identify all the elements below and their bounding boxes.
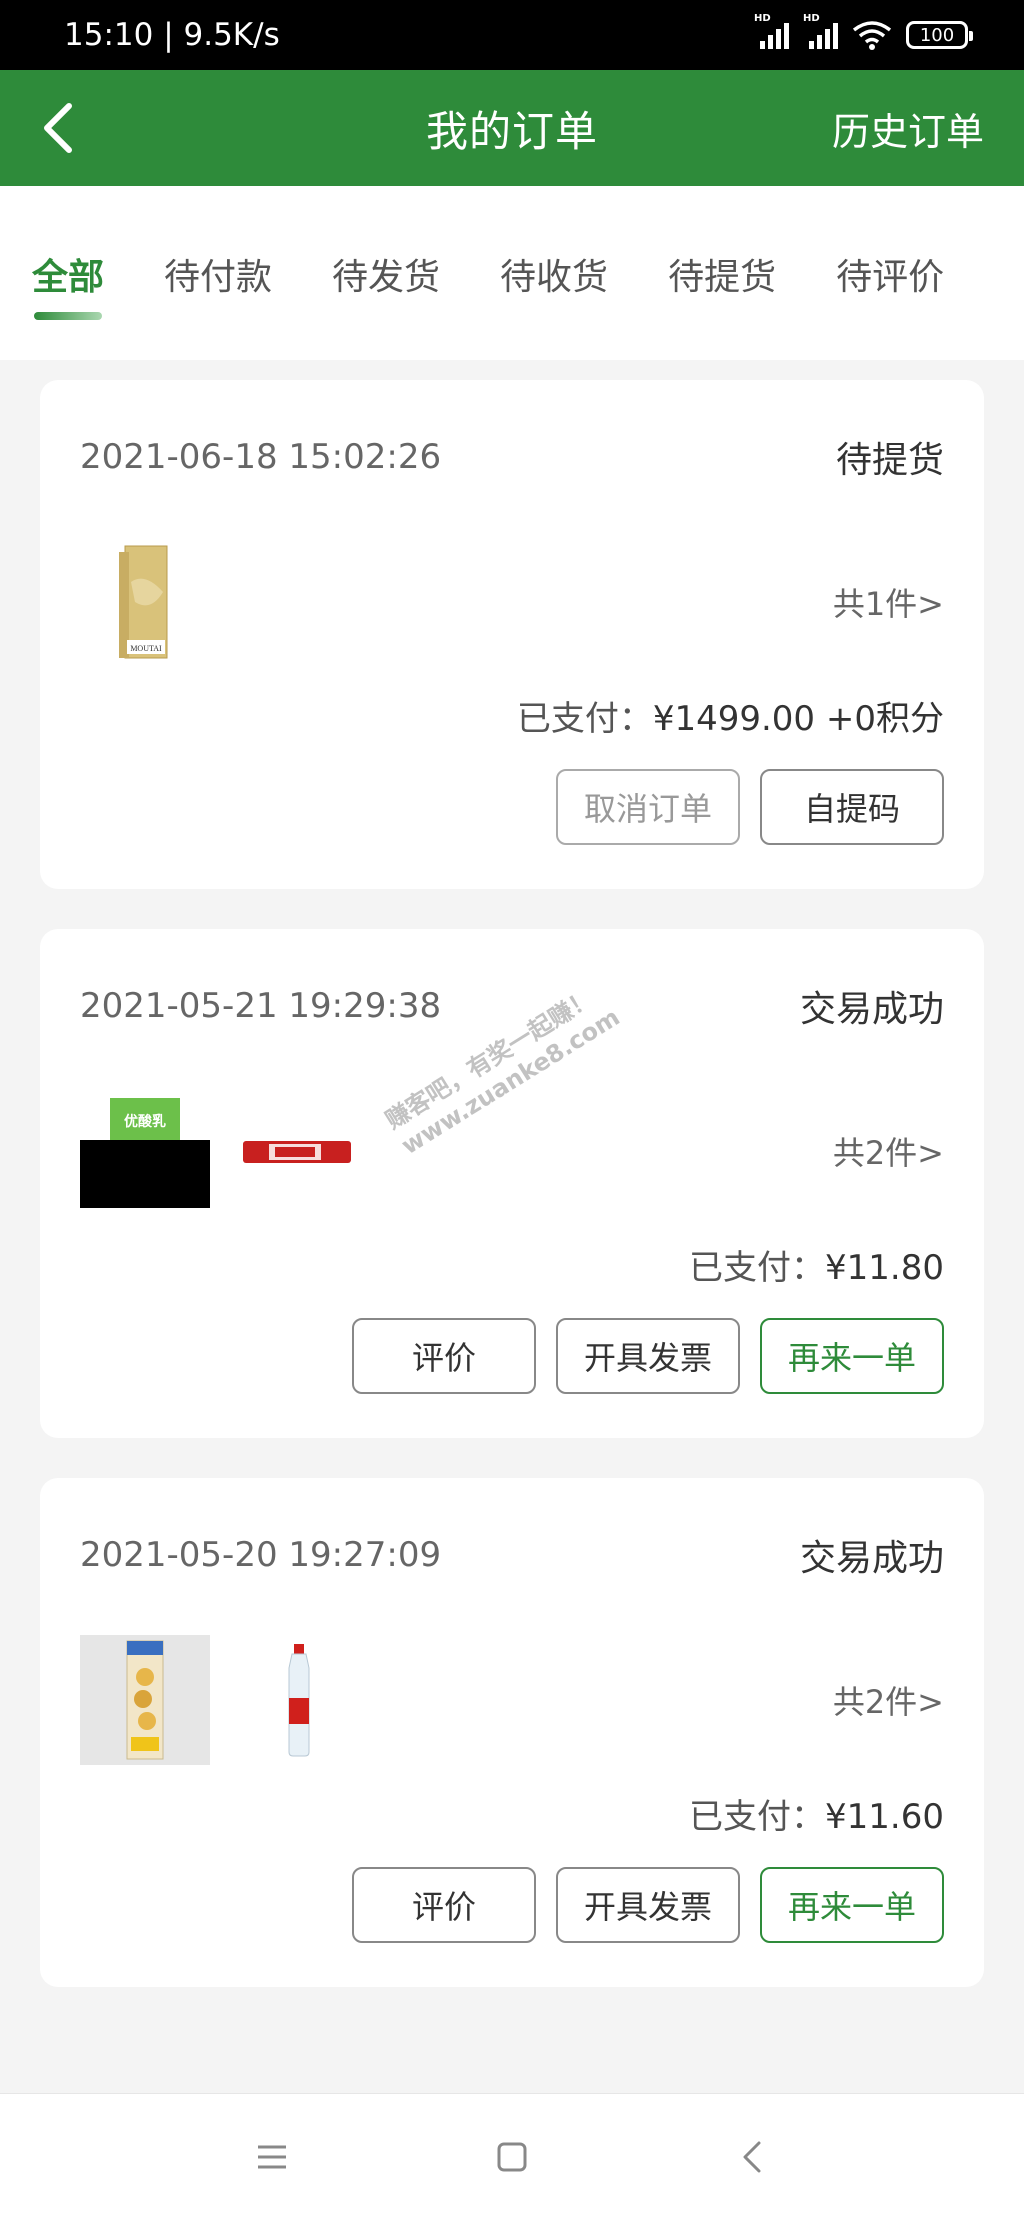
- network-speed: 9.5K/s: [183, 17, 280, 53]
- tab-pending-receipt[interactable]: 待收货: [500, 186, 608, 300]
- paid-label: 已支付：: [516, 699, 653, 739]
- order-header: 2021-05-20 19:27:09 交易成功: [80, 1478, 944, 1632]
- status-icons: HD HD 100: [754, 13, 973, 50]
- battery-level: 100: [919, 24, 955, 46]
- item-count[interactable]: 共1件>: [833, 579, 944, 625]
- product-brand: MOUTAI: [130, 644, 162, 653]
- reorder-button[interactable]: 再来一单: [760, 1867, 944, 1943]
- moutai-box-image: MOUTAI: [119, 545, 168, 658]
- invoice-button[interactable]: 开具发票: [556, 1867, 740, 1943]
- page-title: 我的订单: [425, 106, 598, 156]
- chevron-left-icon: [44, 103, 72, 153]
- paid-label: 已支付：: [689, 1797, 826, 1837]
- hd-indicator: HD: [754, 13, 771, 24]
- tab-pending-pickup[interactable]: 待提货: [668, 186, 776, 300]
- order-header: 2021-06-18 15:02:26 待提货: [80, 380, 944, 534]
- order-status: 交易成功: [799, 989, 944, 1030]
- paid-amount: ¥1499.00 +0积分: [652, 699, 944, 739]
- payment-summary: 已支付：¥11.60: [80, 1767, 944, 1867]
- review-button[interactable]: 评价: [352, 1318, 536, 1394]
- menu-icon[interactable]: [252, 2137, 292, 2177]
- order-actions: 评价 开具发票 再来一单: [80, 1867, 944, 1987]
- clock: 15:10: [64, 17, 154, 53]
- cancel-order-button[interactable]: 取消订单: [556, 769, 740, 845]
- paid-label: 已支付：: [689, 1248, 826, 1288]
- order-header: 2021-05-21 19:29:38 交易成功: [80, 929, 944, 1083]
- order-date: 2021-05-20 19:27:09: [80, 1535, 442, 1575]
- item-count[interactable]: 共2件>: [833, 1128, 944, 1174]
- order-goods[interactable]: 共2件>: [80, 1632, 944, 1767]
- reorder-button[interactable]: 再来一单: [760, 1318, 944, 1394]
- battery-icon: 100: [906, 21, 973, 49]
- order-status: 待提货: [835, 440, 944, 481]
- history-orders-link[interactable]: 历史订单: [832, 101, 984, 156]
- product-label: 优酸乳: [124, 1113, 166, 1130]
- order-actions: 评价 开具发票 再来一单: [80, 1318, 944, 1438]
- tab-pending-review[interactable]: 待评价: [836, 186, 944, 300]
- paid-amount: ¥11.80: [825, 1248, 944, 1288]
- signal-icon: HD: [754, 13, 789, 49]
- back-button[interactable]: [32, 102, 84, 154]
- system-nav-bar: [0, 2093, 1024, 2219]
- product-thumbnail[interactable]: [80, 1634, 210, 1765]
- order-status: 交易成功: [799, 1538, 944, 1579]
- payment-summary: 已支付：¥11.80: [80, 1218, 944, 1318]
- status-time: 15:10 | 9.5K/s: [64, 17, 280, 53]
- biscuit-pack-image: [126, 1640, 164, 1759]
- signal-icon: HD: [803, 13, 838, 49]
- order-date: 2021-06-18 15:02:26: [80, 437, 442, 477]
- tab-pending-shipment[interactable]: 待发货: [332, 186, 440, 300]
- product-thumbnail[interactable]: [234, 1086, 364, 1216]
- tab-all[interactable]: 全部: [32, 186, 104, 320]
- back-icon[interactable]: [732, 2137, 772, 2177]
- order-card[interactable]: 2021-05-21 19:29:38 交易成功 优酸乳 共2件> 已支付：¥1…: [40, 929, 984, 1438]
- paid-amount: ¥11.60: [825, 1797, 944, 1837]
- order-actions: 取消订单 自提码: [80, 769, 944, 889]
- wifi-icon: [852, 21, 892, 50]
- home-square-icon[interactable]: [492, 2137, 532, 2177]
- review-button[interactable]: 评价: [352, 1867, 536, 1943]
- pickup-code-button[interactable]: 自提码: [760, 769, 944, 845]
- snack-bar-image: [243, 1140, 351, 1163]
- order-goods[interactable]: 优酸乳 共2件>: [80, 1083, 944, 1218]
- tab-pending-payment[interactable]: 待付款: [164, 186, 272, 300]
- invoice-button[interactable]: 开具发票: [556, 1318, 740, 1394]
- payment-summary: 已支付：¥1499.00 +0积分: [80, 669, 944, 769]
- order-list: 2021-06-18 15:02:26 待提货 MOUTAI 共1件> 已支付：…: [0, 380, 1024, 1987]
- order-card[interactable]: 2021-06-18 15:02:26 待提货 MOUTAI 共1件> 已支付：…: [40, 380, 984, 889]
- header-bar: 我的订单 历史订单: [0, 70, 1024, 186]
- product-thumbnail[interactable]: MOUTAI: [80, 537, 210, 667]
- product-thumbnail[interactable]: [234, 1635, 364, 1765]
- order-date: 2021-05-21 19:29:38: [80, 986, 442, 1026]
- item-count[interactable]: 共2件>: [833, 1677, 944, 1723]
- order-card[interactable]: 2021-05-20 19:27:09 交易成功 共2件> 已支付：¥11.60…: [40, 1478, 984, 1987]
- water-bottle-image: [288, 1643, 310, 1756]
- status-bar: 15:10 | 9.5K/s HD HD 100: [0, 0, 1024, 70]
- hd-indicator: HD: [803, 13, 820, 24]
- product-thumbnail[interactable]: 优酸乳: [80, 1086, 210, 1216]
- yogurt-drink-image: 优酸乳: [80, 1087, 210, 1208]
- order-goods[interactable]: MOUTAI 共1件>: [80, 534, 944, 669]
- order-tabs: 全部 待付款 待发货 待收货 待提货 待评价: [0, 186, 1024, 360]
